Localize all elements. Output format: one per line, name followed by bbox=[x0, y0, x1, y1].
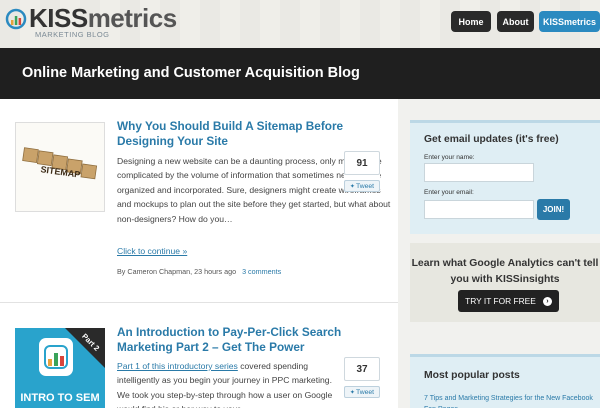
post-byline: By Cameron Chapman, 23 hours ago bbox=[117, 267, 237, 276]
post-divider bbox=[0, 302, 398, 303]
arrow-right-icon: › bbox=[542, 296, 552, 306]
nav-about-button[interactable]: About bbox=[497, 11, 534, 32]
share-count: 91 bbox=[344, 151, 380, 175]
popular-posts-box: Most popular posts 7 Tips and Marketing … bbox=[410, 354, 600, 408]
sitemap-blocks-image: SITEMAP bbox=[16, 123, 104, 211]
top-header: KISSmetrics MARKETING BLOG Home About KI… bbox=[0, 0, 600, 48]
try-button-label: TRY IT FOR FREE bbox=[465, 296, 536, 306]
name-input[interactable] bbox=[424, 163, 534, 182]
post-meta: By Cameron Chapman, 23 hours ago 3 commen… bbox=[117, 267, 281, 276]
email-field-label: Enter your email: bbox=[424, 189, 474, 196]
continue-reading-link[interactable]: Click to continue » bbox=[117, 246, 187, 256]
post-thumbnail[interactable]: Part 2 INTRO TO SEM bbox=[15, 328, 105, 408]
part-1-link[interactable]: Part 1 of this introductory series bbox=[117, 361, 238, 371]
share-widget: 91 ✦ Tweet bbox=[344, 151, 380, 192]
email-signup-box: Get email updates (it's free) Enter your… bbox=[410, 120, 600, 234]
share-count: 37 bbox=[344, 357, 380, 381]
try-it-free-button[interactable]: TRY IT FOR FREE › bbox=[458, 290, 559, 312]
name-field-label: Enter your name: bbox=[424, 154, 475, 161]
logo-metrics-text: metrics bbox=[87, 3, 178, 33]
logo-magnifier-icon bbox=[5, 8, 27, 30]
twitter-bird-icon: ✦ bbox=[349, 183, 355, 190]
nav-kissmetrics-button[interactable]: KISSmetrics bbox=[539, 11, 600, 32]
logo-kiss-text: KISS bbox=[29, 3, 88, 33]
comments-link[interactable]: 3 comments bbox=[242, 267, 281, 276]
tweet-button[interactable]: ✦ Tweet bbox=[344, 180, 380, 192]
intro-to-sem-image: Part 2 INTRO TO SEM bbox=[15, 328, 105, 408]
join-button[interactable]: JOIN! bbox=[537, 199, 570, 220]
post-thumbnail[interactable]: SITEMAP bbox=[15, 122, 105, 212]
popular-posts-title: Most popular posts bbox=[424, 370, 520, 381]
tweet-button[interactable]: ✦ Tweet bbox=[344, 386, 380, 398]
kissinsights-promo-box: Learn what Google Analytics can't tell y… bbox=[410, 243, 600, 322]
intro-to-sem-text: INTRO TO SEM bbox=[20, 392, 99, 404]
post-title-link[interactable]: Why You Should Build A Sitemap Before De… bbox=[117, 119, 357, 149]
post-excerpt: Part 1 of this introductory series cover… bbox=[117, 359, 341, 408]
popular-post-link[interactable]: 7 Tips and Marketing Strategies for the … bbox=[424, 393, 594, 408]
tweet-label: Tweet bbox=[355, 182, 375, 190]
email-input[interactable] bbox=[424, 200, 534, 219]
page-title: Online Marketing and Customer Acquisitio… bbox=[22, 65, 360, 81]
promo-text: Learn what Google Analytics can't tell y… bbox=[411, 258, 599, 285]
tweet-label: Tweet bbox=[355, 388, 375, 396]
email-box-title: Get email updates (it's free) bbox=[424, 134, 559, 145]
logo-tagline: MARKETING BLOG bbox=[35, 30, 110, 39]
twitter-bird-icon: ✦ bbox=[349, 389, 355, 396]
share-widget: 37 ✦ Tweet bbox=[344, 357, 380, 398]
post-title-link[interactable]: An Introduction to Pay-Per-Click Search … bbox=[117, 325, 357, 355]
nav-home-button[interactable]: Home bbox=[451, 11, 491, 32]
